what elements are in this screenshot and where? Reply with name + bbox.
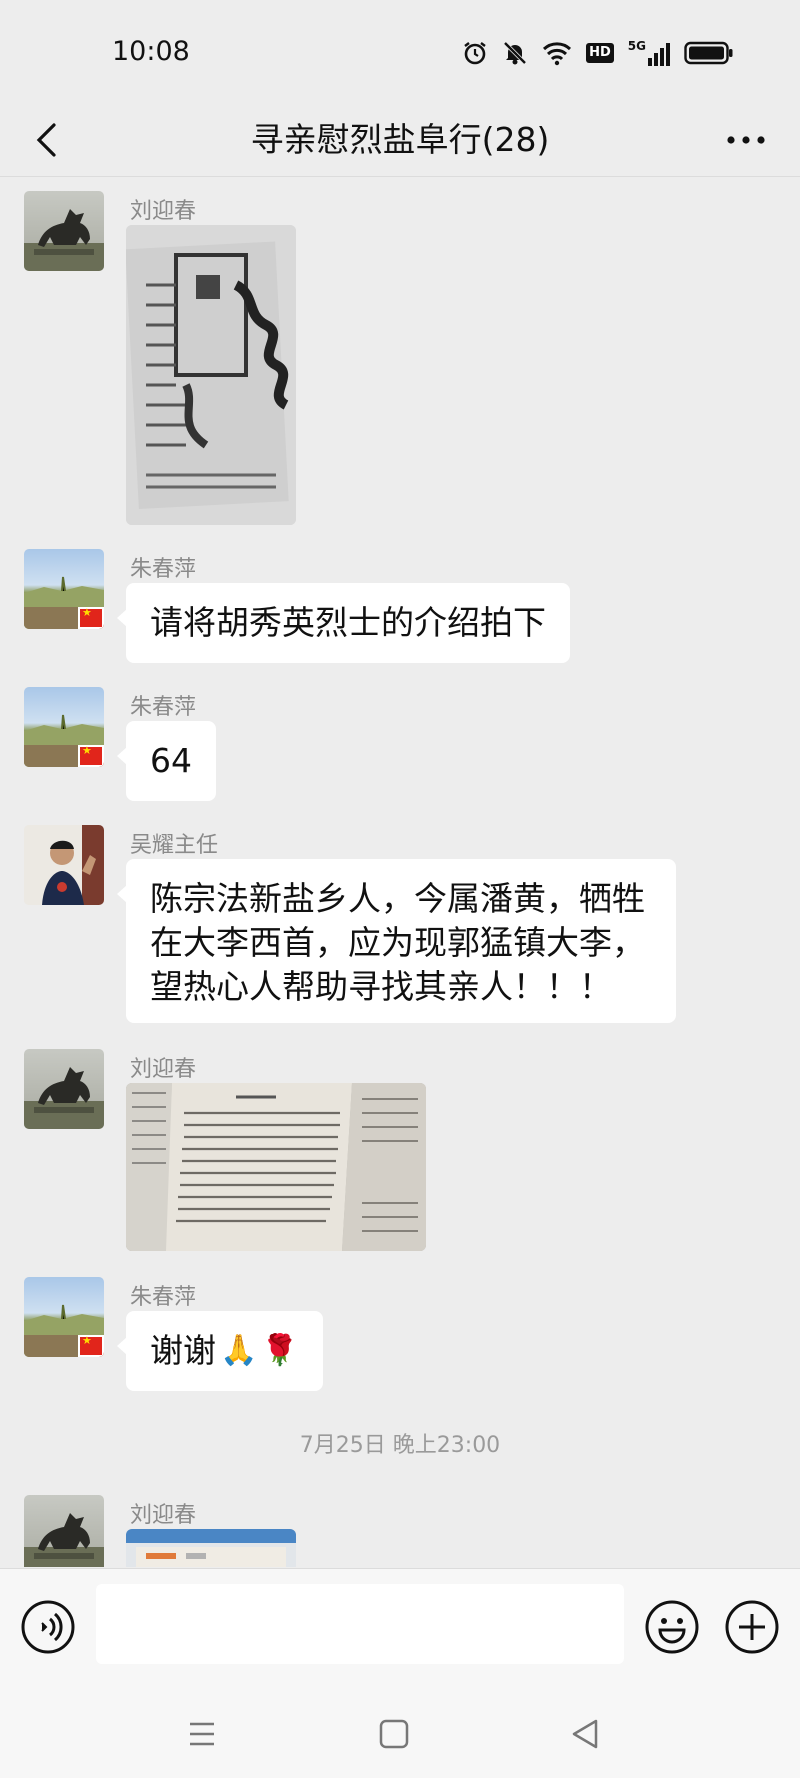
message-bubble[interactable]: 谢谢 🙏 🌹 [117, 1311, 323, 1391]
folded-hands-emoji: 🙏 [220, 1333, 258, 1368]
message-item: 朱春萍 请将胡秀英烈士的介绍拍下 [0, 549, 800, 663]
status-bar: 10:08 HD 5G [0, 0, 800, 104]
message-item: 刘迎春 [0, 191, 800, 525]
message-text: 谢谢 [150, 1331, 216, 1370]
message-item: 吴耀主任 陈宗法新盐乡人，今属潘黄，牺牲 在大李西首，应为现郭猛镇大李， 望热心… [0, 825, 800, 1025]
home-nav-button[interactable] [374, 1716, 414, 1752]
system-nav-bar [0, 1688, 800, 1778]
message-input[interactable] [96, 1584, 624, 1664]
alarm-icon [464, 42, 486, 65]
sender-name: 朱春萍 [130, 1285, 197, 1310]
chat-image[interactable] [126, 1529, 296, 1567]
voice-input-button[interactable] [20, 1599, 76, 1655]
avatar[interactable] [24, 1495, 104, 1567]
message-text-line: 在大李西首，应为现郭猛镇大李， [150, 923, 645, 962]
sender-name: 朱春萍 [130, 557, 197, 582]
smiley-icon [645, 1600, 699, 1654]
battery-icon [684, 41, 733, 65]
message-item: 刘迎春 [0, 1049, 800, 1251]
china-flag-badge [78, 1334, 104, 1357]
wifi-icon [543, 42, 572, 66]
back-triangle-icon [572, 1719, 598, 1749]
mute-bell-icon [503, 41, 527, 65]
sender-name: 吴耀主任 [130, 833, 219, 858]
avatar[interactable] [24, 549, 104, 629]
status-icons: HD 5G [462, 38, 734, 68]
china-flag-badge [78, 744, 104, 767]
message-text-line: 陈宗法新盐乡人，今属潘黄，牺牲 [150, 879, 645, 918]
rose-emoji: 🌹 [261, 1333, 299, 1368]
message-bubble[interactable]: 陈宗法新盐乡人，今属潘黄，牺牲 在大李西首，应为现郭猛镇大李， 望热心人帮助寻找… [117, 859, 676, 1023]
5g-signal-icon: 5G [628, 40, 670, 66]
message-text: 请将胡秀英烈士的介绍拍下 [150, 603, 546, 642]
horse-statue-avatar-image [24, 1067, 104, 1129]
menu-nav-button[interactable] [182, 1716, 222, 1752]
back-button[interactable] [20, 114, 72, 166]
china-flag-badge [78, 606, 104, 629]
avatar[interactable] [24, 825, 104, 905]
child-photo-avatar-image [24, 825, 104, 905]
more-dots-icon [727, 136, 765, 144]
more-functions-button[interactable] [724, 1599, 780, 1655]
avatar[interactable] [24, 1049, 104, 1129]
input-bar [0, 1568, 800, 1689]
sender-name: 刘迎春 [130, 199, 197, 224]
voice-icon [21, 1600, 75, 1654]
document-photo [126, 225, 296, 525]
back-chevron-icon [36, 123, 56, 157]
message-list[interactable]: 刘迎春 朱春萍 请将胡秀英烈士的介绍拍下 [0, 177, 800, 1567]
sender-name: 刘迎春 [130, 1503, 197, 1528]
message-bubble[interactable]: 64 [117, 721, 216, 801]
chat-header: 寻亲慰烈盐阜行(28) [0, 104, 800, 177]
chat-image[interactable] [126, 1083, 426, 1251]
message-text: 64 [150, 741, 192, 780]
avatar[interactable] [24, 1277, 104, 1357]
hd-icon: HD [586, 43, 614, 63]
horse-statue-avatar-image [24, 1513, 104, 1567]
book-photo-partial [126, 1529, 296, 1567]
more-button[interactable] [716, 114, 776, 166]
avatar[interactable] [24, 687, 104, 767]
sender-name: 朱春萍 [130, 695, 197, 720]
status-time: 10:08 [112, 36, 190, 67]
home-square-icon [379, 1719, 409, 1749]
back-nav-button[interactable] [566, 1716, 606, 1752]
chat-title: 寻亲慰烈盐阜行(28) [250, 120, 550, 159]
message-item: 刘迎春 [0, 1495, 800, 1567]
message-text-line: 望热心人帮助寻找其亲人！！！ [150, 967, 612, 1006]
time-divider: 7月25日 晚上23:00 [299, 1433, 501, 1458]
horse-statue-avatar-image [24, 209, 104, 271]
message-item: 朱春萍 谢谢 🙏 🌹 [0, 1277, 800, 1391]
message-item: 朱春萍 64 [0, 687, 800, 801]
sender-name: 刘迎春 [130, 1057, 197, 1082]
emoji-button[interactable] [644, 1599, 700, 1655]
message-bubble[interactable]: 请将胡秀英烈士的介绍拍下 [117, 583, 570, 663]
menu-lines-icon [190, 1722, 214, 1746]
book-page-photo [126, 1083, 426, 1251]
chat-image[interactable] [126, 225, 296, 525]
avatar[interactable] [24, 191, 104, 271]
plus-circle-icon [725, 1600, 779, 1654]
